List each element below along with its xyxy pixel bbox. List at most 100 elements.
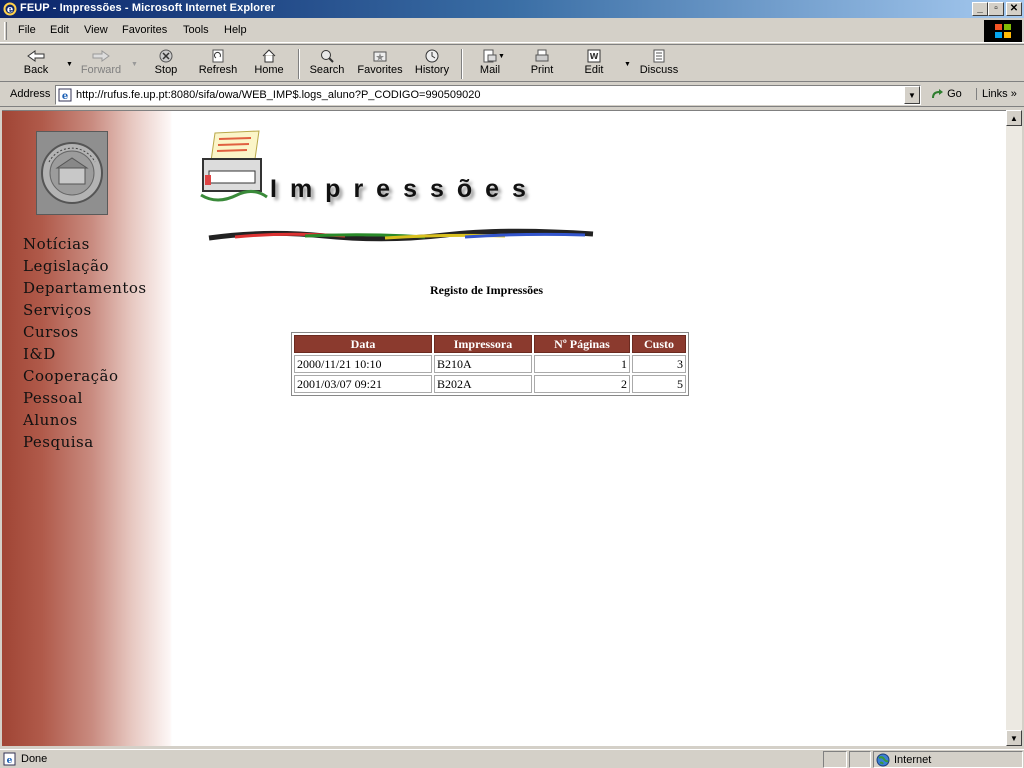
nav-noticias[interactable]: Notícias — [23, 235, 90, 253]
nav-legislacao[interactable]: Legislação — [23, 257, 109, 275]
window-title-bar: e FEUP - Impressões - Microsoft Internet… — [0, 0, 1024, 18]
stop-icon — [159, 49, 173, 63]
cell-custo: 3 — [632, 355, 686, 373]
discuss-button[interactable]: Discuss — [634, 47, 684, 81]
menu-edit[interactable]: Edit — [50, 24, 69, 36]
status-panel — [849, 751, 871, 768]
page-logo-title: Impressões — [270, 175, 539, 203]
ie-icon: e — [3, 2, 17, 16]
sidebar: Notícias Legislação Departamentos Serviç… — [2, 111, 172, 746]
forward-button[interactable]: Forward — [76, 47, 126, 81]
search-icon — [321, 50, 334, 63]
menu-tools[interactable]: Tools — [183, 24, 209, 36]
favorites-icon — [373, 51, 387, 62]
cell-data: 2000/11/21 10:10 — [294, 355, 432, 373]
back-button[interactable]: Back — [11, 47, 61, 81]
nav-pessoal[interactable]: Pessoal — [23, 389, 83, 407]
feup-seal-logo[interactable] — [36, 131, 108, 215]
standard-toolbar: Back ▼ Forward ▼ Stop Refresh Home Searc… — [0, 44, 1024, 82]
cell-paginas: 1 — [534, 355, 630, 373]
close-button[interactable]: ✕ — [1006, 2, 1022, 16]
edit-dropdown-icon[interactable]: ▼ — [624, 61, 631, 68]
menu-grip — [4, 22, 7, 40]
toolbar-separator — [461, 49, 463, 79]
menu-view[interactable]: View — [84, 24, 108, 36]
maximize-button[interactable]: ▫ — [988, 2, 1004, 16]
cell-impressora: B202A — [434, 375, 532, 393]
cell-paginas: 2 — [534, 375, 630, 393]
cell-impressora: B210A — [434, 355, 532, 373]
forward-dropdown-icon[interactable]: ▼ — [131, 61, 138, 68]
status-bar: e Done Internet — [0, 749, 1024, 768]
address-bar: Address e http://rufus.fe.up.pt:8080/sif… — [0, 83, 1024, 107]
nav-alunos[interactable]: Alunos — [23, 411, 78, 429]
home-icon — [262, 49, 276, 63]
table-row: 2000/11/21 10:10 B210A 1 3 — [294, 355, 686, 373]
address-url[interactable]: http://rufus.fe.up.pt:8080/sifa/owa/WEB_… — [76, 89, 481, 101]
menu-bar: File Edit View Favorites Tools Help — [0, 19, 1024, 43]
menu-favorites[interactable]: Favorites — [122, 24, 167, 36]
status-panel — [823, 751, 847, 768]
menu-file[interactable]: File — [18, 24, 36, 36]
refresh-icon — [212, 49, 224, 63]
page-heading: Registo de Impressões — [430, 283, 544, 297]
chevron-right-icon: » — [1010, 88, 1017, 100]
refresh-button[interactable]: Refresh — [193, 47, 243, 81]
address-label: Address — [10, 88, 51, 100]
svg-text:e: e — [7, 5, 13, 16]
print-button[interactable]: Print — [517, 47, 567, 81]
forward-arrow-icon — [92, 50, 110, 62]
svg-text:e: e — [62, 91, 68, 102]
go-arrow-icon — [932, 89, 943, 99]
svg-text:e: e — [7, 756, 13, 766]
table-header-row: Data Impressora Nº Páginas Custo — [294, 335, 686, 353]
page-status-icon: e — [3, 752, 16, 766]
table-row: 2001/03/07 09:21 B202A 2 5 — [294, 375, 686, 393]
decorative-brushstroke — [208, 228, 594, 242]
security-zone-panel: Internet — [873, 751, 1023, 768]
page-icon: e — [58, 88, 72, 102]
nav-pesquisa[interactable]: Pesquisa — [23, 433, 94, 451]
home-button[interactable]: Home — [244, 47, 294, 81]
nav-departamentos[interactable]: Departamentos — [23, 279, 147, 297]
printer-icon — [200, 130, 268, 202]
go-button[interactable]: Go — [930, 88, 962, 100]
print-log-table: Data Impressora Nº Páginas Custo 2000/11… — [291, 332, 689, 396]
zone-label: Internet — [894, 754, 932, 766]
svg-text:W: W — [590, 52, 599, 61]
col-header-impressora: Impressora — [434, 335, 532, 353]
printer-logo — [197, 129, 272, 212]
col-header-data: Data — [294, 335, 432, 353]
cell-custo: 5 — [632, 375, 686, 393]
links-button[interactable]: Links » — [976, 88, 1017, 100]
back-arrow-icon — [27, 50, 45, 62]
nav-id[interactable]: I&D — [23, 345, 56, 363]
history-icon — [425, 49, 439, 63]
window-title: FEUP - Impressões - Microsoft Internet E… — [20, 2, 276, 14]
mail-icon — [483, 49, 497, 63]
scroll-up-button[interactable]: ▲ — [1006, 110, 1022, 126]
favorites-button[interactable]: Favorites — [355, 47, 405, 81]
toolbar-separator — [298, 49, 300, 79]
history-button[interactable]: History — [407, 47, 457, 81]
vertical-scrollbar[interactable]: ▲ ▼ — [1006, 110, 1022, 746]
stop-button[interactable]: Stop — [141, 47, 191, 81]
search-button[interactable]: Search — [302, 47, 352, 81]
back-dropdown-icon[interactable]: ▼ — [66, 61, 73, 68]
nav-cursos[interactable]: Cursos — [23, 323, 79, 341]
menu-help[interactable]: Help — [224, 24, 247, 36]
minimize-button[interactable]: _ — [972, 2, 988, 16]
cell-data: 2001/03/07 09:21 — [294, 375, 432, 393]
windows-logo-icon — [984, 20, 1022, 42]
globe-icon — [876, 753, 890, 767]
nav-servicos[interactable]: Serviços — [23, 301, 92, 319]
mail-button[interactable]: Mail — [465, 47, 515, 81]
scroll-down-button[interactable]: ▼ — [1006, 730, 1022, 746]
edit-icon: W — [587, 49, 601, 63]
edit-button[interactable]: W Edit — [569, 47, 619, 81]
mail-dropdown-icon[interactable]: ▼ — [498, 53, 505, 60]
address-field[interactable]: e http://rufus.fe.up.pt:8080/sifa/owa/WE… — [55, 85, 921, 105]
nav-cooperacao[interactable]: Cooperação — [23, 367, 119, 385]
discuss-icon — [653, 49, 665, 63]
address-dropdown-icon[interactable]: ▼ — [904, 86, 920, 104]
